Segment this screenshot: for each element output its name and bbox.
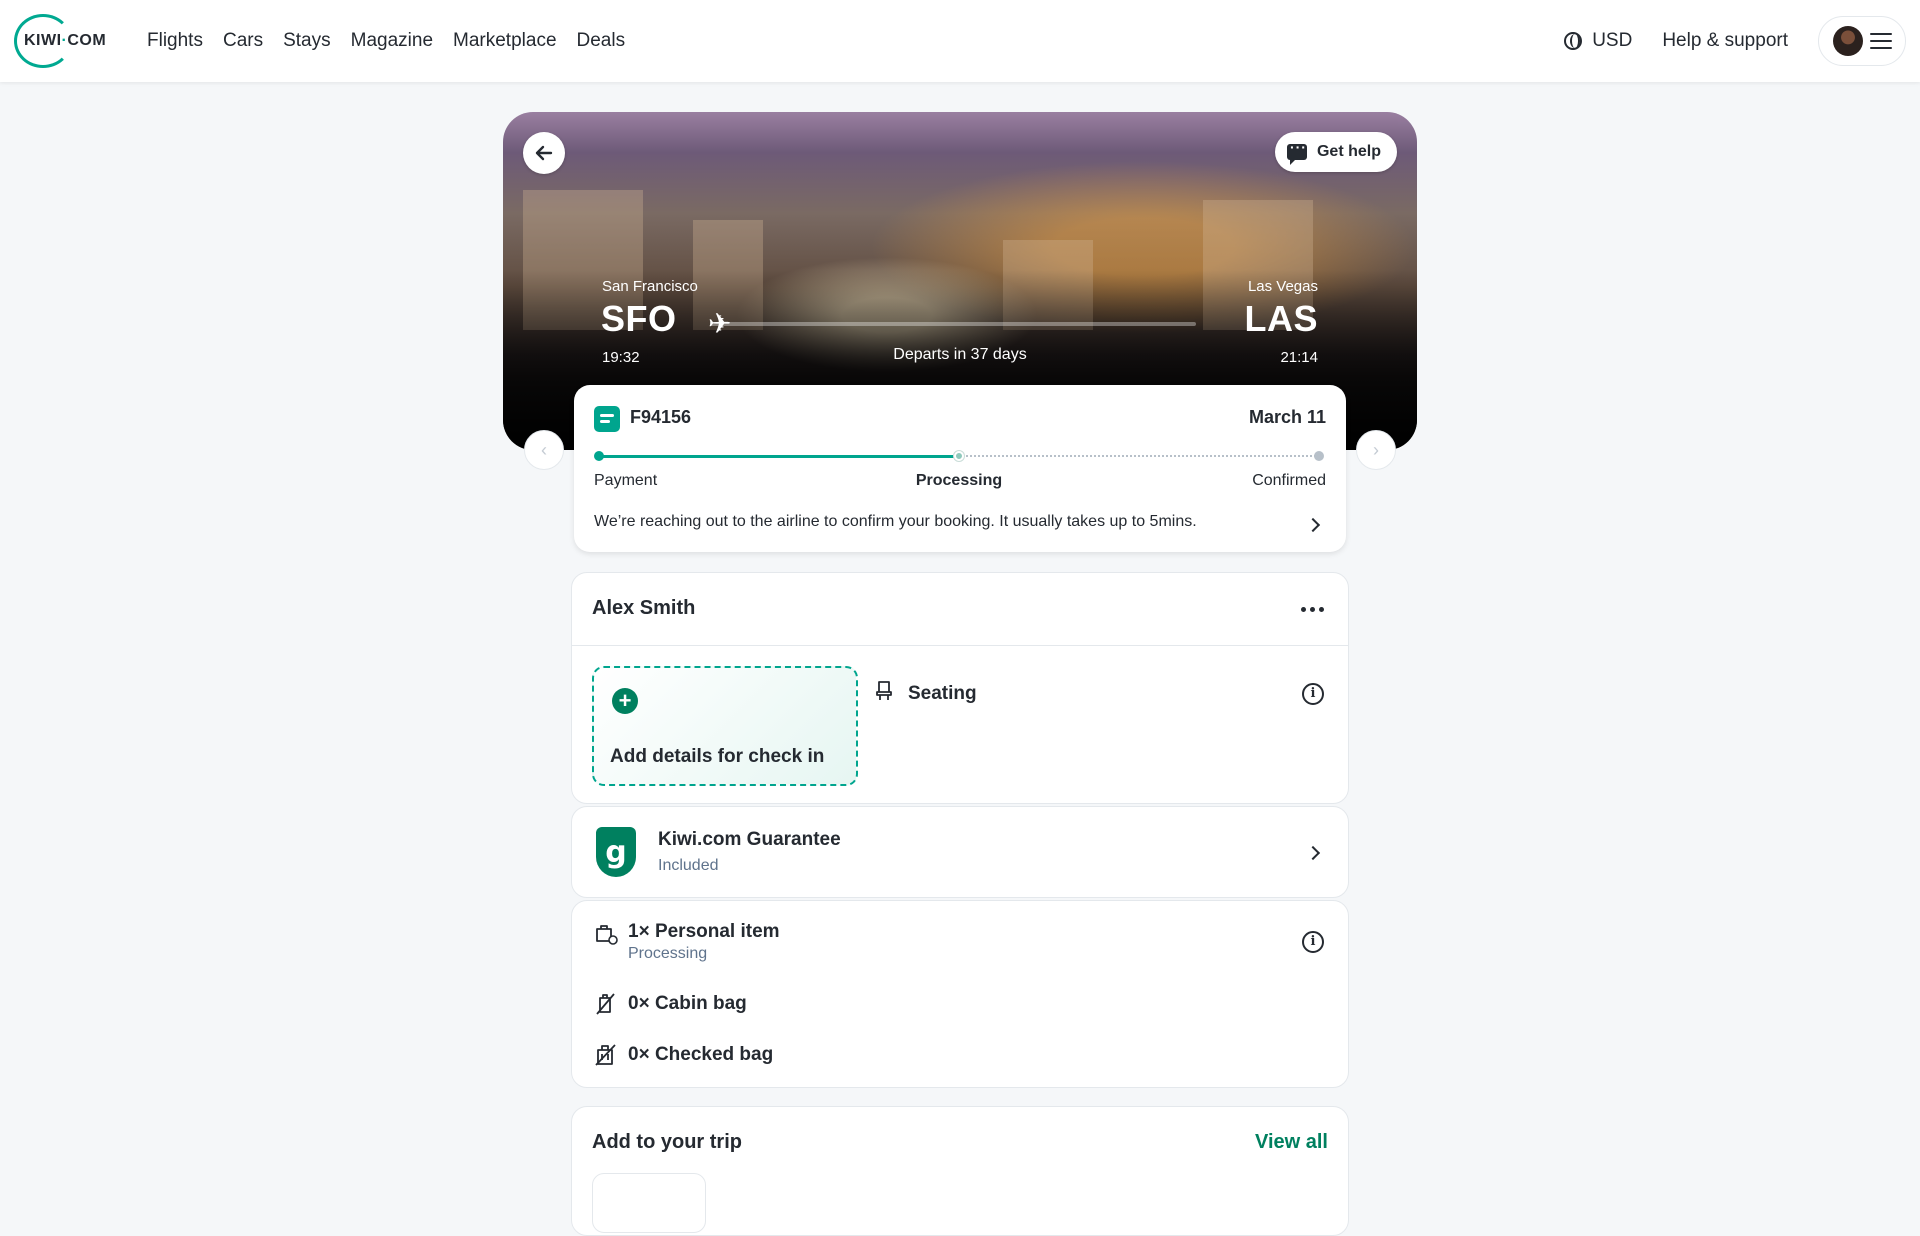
- passenger-name: Alex Smith: [592, 597, 696, 619]
- chevron-right-icon[interactable]: [1305, 517, 1321, 533]
- more-options-icon[interactable]: [1301, 607, 1324, 612]
- view-all-link[interactable]: View all: [1255, 1131, 1328, 1154]
- get-help-button[interactable]: Get help: [1274, 132, 1397, 172]
- booking-status-card: F94156 March 11 Payment Processing Confi…: [574, 385, 1346, 552]
- booking-icon: [594, 406, 620, 432]
- globe-icon: [1564, 32, 1583, 50]
- add-to-trip-title: Add to your trip: [592, 1131, 742, 1153]
- baggage-card: 1× Personal item Processing i 0× Cabin b…: [571, 900, 1349, 1088]
- top-header: KIWI·COM Flights Cars Stays Magazine Mar…: [0, 0, 1920, 82]
- booking-date: March 11: [1248, 407, 1326, 427]
- passenger-card: Alex Smith + Add details for check in Se…: [571, 572, 1349, 804]
- personal-item-icon: [596, 925, 618, 945]
- currency-label: USD: [1592, 30, 1633, 51]
- step-label-processing: Processing: [915, 472, 1003, 489]
- get-help-label: Get help: [1316, 143, 1381, 160]
- add-to-trip-card: Add to your trip View all: [571, 1106, 1349, 1236]
- nav-magazine[interactable]: Magazine: [351, 30, 433, 52]
- logo-word: KIWI: [24, 32, 62, 49]
- menu-icon: [1869, 33, 1892, 49]
- previous-trip-button[interactable]: ‹: [524, 430, 564, 470]
- seating-label[interactable]: Seating: [908, 683, 977, 705]
- chevron-right-icon: ›: [1373, 439, 1379, 460]
- info-icon[interactable]: i: [1302, 683, 1324, 705]
- booking-number: F94156: [630, 407, 692, 427]
- next-trip-button[interactable]: ›: [1356, 430, 1396, 470]
- logo-suffix: COM: [67, 32, 107, 49]
- plane-icon: ✈: [708, 308, 732, 339]
- logo-text: KIWI·COM: [24, 32, 106, 50]
- step-label-confirmed: Confirmed: [1252, 472, 1326, 489]
- checked-bag-label: 0× Checked bag: [628, 1044, 774, 1065]
- step-dot-payment: [594, 451, 604, 461]
- step-dot-confirmed: [1314, 451, 1324, 461]
- nav-cars[interactable]: Cars: [223, 30, 263, 52]
- chevron-left-icon: ‹: [541, 439, 547, 460]
- guarantee-card[interactable]: g Kiwi.com Guarantee Included: [571, 806, 1349, 898]
- arrow-left-icon: [535, 145, 553, 161]
- guarantee-shield-icon: g: [596, 827, 636, 877]
- step-label-payment: Payment: [594, 472, 658, 489]
- nav-stays[interactable]: Stays: [283, 30, 331, 52]
- checked-bag-off-icon: [595, 1044, 616, 1066]
- plus-circle-icon: +: [612, 688, 638, 714]
- account-menu-button[interactable]: [1818, 16, 1906, 66]
- divider: [572, 645, 1348, 646]
- avatar: [1832, 26, 1863, 56]
- origin-code: SFO: [601, 298, 677, 339]
- personal-item-label: 1× Personal item: [628, 921, 780, 942]
- main-nav: Flights Cars Stays Magazine Marketplace …: [147, 0, 625, 82]
- add-checkin-details-button[interactable]: + Add details for check in: [592, 666, 858, 786]
- destination-code: LAS: [1244, 298, 1318, 339]
- nav-marketplace[interactable]: Marketplace: [453, 30, 557, 52]
- destination-time: 21:14: [1280, 349, 1318, 366]
- personal-item-status: Processing: [628, 945, 708, 962]
- chat-icon: [1286, 139, 1307, 165]
- help-support-link[interactable]: Help & support: [1662, 30, 1788, 52]
- cabin-bag-label: 0× Cabin bag: [628, 993, 747, 1014]
- departs-countdown: Departs in 37 days: [893, 346, 1027, 363]
- destination-city: Las Vegas: [1247, 278, 1318, 295]
- step-dot-processing: [954, 451, 964, 461]
- cabin-bag-off-icon: [596, 993, 615, 1015]
- guarantee-status: Included: [658, 857, 719, 874]
- info-icon[interactable]: i: [1302, 931, 1324, 953]
- guarantee-title: Kiwi.com Guarantee: [658, 829, 841, 850]
- nav-flights[interactable]: Flights: [147, 30, 203, 52]
- currency-selector[interactable]: USD: [1564, 30, 1632, 52]
- chevron-right-icon: [1305, 845, 1321, 861]
- checkin-label: Add details for check in: [610, 746, 825, 767]
- origin-time: 19:32: [602, 349, 640, 366]
- kiwi-logo[interactable]: KIWI·COM: [14, 14, 124, 68]
- trip-addon-thumbnail[interactable]: [592, 1173, 706, 1233]
- back-button[interactable]: [523, 132, 565, 174]
- seat-icon: [876, 681, 892, 700]
- origin-city: San Francisco: [602, 278, 698, 295]
- nav-deals[interactable]: Deals: [577, 30, 626, 52]
- progress-remaining: [959, 455, 1319, 457]
- route-line: [710, 322, 1196, 326]
- status-message[interactable]: We’re reaching out to the airline to con…: [594, 513, 1197, 531]
- progress-completed: [598, 455, 959, 458]
- header-right: USD Help & support: [1564, 0, 1920, 82]
